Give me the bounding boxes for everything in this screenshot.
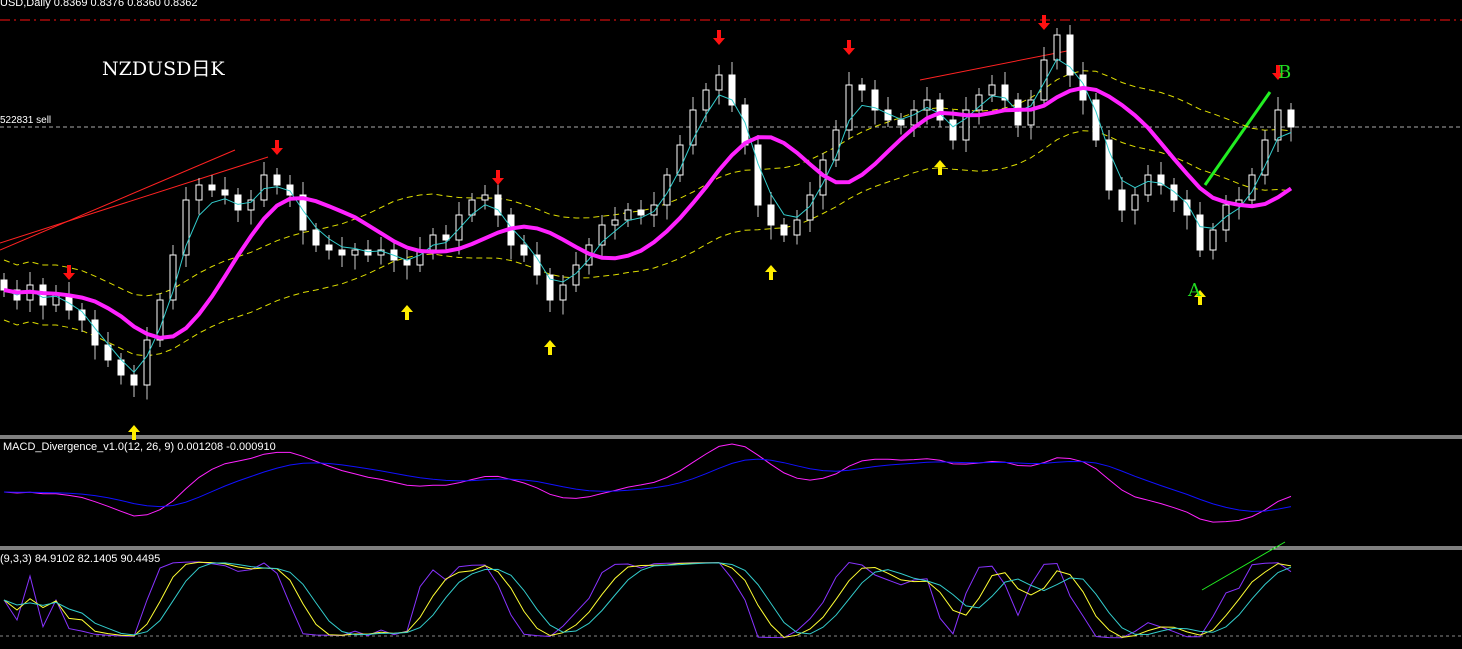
candle-bull xyxy=(1131,194,1139,211)
candle-bull xyxy=(1144,174,1152,196)
candle-bull xyxy=(260,174,268,201)
stoch-signal-line xyxy=(3,562,1292,636)
label-a: A xyxy=(1188,280,1201,301)
candle-bull xyxy=(702,89,710,111)
candle-bear xyxy=(130,374,138,386)
price-chart xyxy=(0,15,1462,639)
candle-bear xyxy=(91,319,99,346)
down-arrow-icon xyxy=(492,170,504,185)
candle-bear xyxy=(338,249,346,256)
macd-signal-line xyxy=(3,458,1292,512)
candle-bear xyxy=(208,184,216,191)
candle-bear xyxy=(1118,189,1126,211)
candle-bull xyxy=(1222,204,1230,231)
candle-bull xyxy=(845,84,853,131)
candle-bear xyxy=(897,119,905,126)
macd-line xyxy=(3,443,1292,523)
trendline xyxy=(919,49,1073,81)
candle-bear xyxy=(1196,214,1204,251)
candle-bear xyxy=(767,204,775,226)
candle-bull xyxy=(676,144,684,176)
candle-bear xyxy=(858,84,866,91)
candle-bear xyxy=(949,119,957,141)
down-arrow-icon xyxy=(713,30,725,45)
candle-bear xyxy=(221,189,229,196)
candle-bull xyxy=(156,299,164,341)
symbol-info: USD,Daily 0.8369 0.8376 0.8360 0.8362 xyxy=(0,0,198,9)
candle-bull xyxy=(650,204,658,216)
candle-bull xyxy=(169,254,177,301)
sell-line-label: 522831 sell xyxy=(0,115,52,126)
candle-bear xyxy=(273,174,281,186)
candle-bull xyxy=(715,74,723,91)
up-arrow-icon xyxy=(765,265,777,280)
candle-bull xyxy=(1209,229,1217,251)
stoch-k-line xyxy=(3,561,1292,639)
candle-bear xyxy=(403,259,411,266)
candle-bear xyxy=(442,234,450,241)
candle-bear xyxy=(1105,139,1113,191)
candle-bull xyxy=(559,284,567,301)
candle-bear xyxy=(1170,184,1178,201)
candle-bull xyxy=(611,219,619,226)
candle-bear xyxy=(741,104,749,146)
candle-bear xyxy=(520,244,528,256)
candle-bull xyxy=(481,194,489,201)
candle-bear xyxy=(234,194,242,211)
up-arrow-icon xyxy=(934,160,946,175)
stoch-slow-line xyxy=(3,561,1292,638)
candle-bear xyxy=(325,244,333,251)
candle-bull xyxy=(1053,34,1061,61)
candle-bull xyxy=(988,84,996,96)
up-arrow-icon xyxy=(544,340,556,355)
down-arrow-icon xyxy=(63,265,75,280)
candle-bear xyxy=(754,144,762,206)
candle-bear xyxy=(637,209,645,216)
candle-bull xyxy=(455,214,463,241)
chart-title: NZDUSD日K xyxy=(102,58,225,80)
candle-bull xyxy=(910,109,918,126)
candle-bear xyxy=(936,99,944,121)
candle-bear xyxy=(780,224,788,236)
candle-bull xyxy=(793,219,801,236)
candle-bull xyxy=(195,184,203,201)
candle-bear xyxy=(312,229,320,246)
down-arrow-icon xyxy=(843,40,855,55)
candle-bull xyxy=(975,94,983,111)
band-lower xyxy=(3,130,1292,357)
candle-bull xyxy=(1274,109,1282,141)
macd-label: MACD_Divergence_v1.0(12, 26, 9) 0.001208… xyxy=(3,441,276,453)
candle-bull xyxy=(624,209,632,221)
candle-bull xyxy=(143,339,151,386)
candle-bear xyxy=(1287,109,1295,128)
label-b: B xyxy=(1278,62,1292,83)
down-arrow-icon xyxy=(1038,15,1050,30)
divergence-line xyxy=(1203,91,1272,186)
up-arrow-icon xyxy=(401,305,413,320)
candle-bull xyxy=(351,249,359,256)
candle-bull xyxy=(429,234,437,251)
candle-bear xyxy=(1014,99,1022,126)
candle-bull xyxy=(1027,99,1035,126)
stoch-label: (9,3,3) 84.9102 82.1405 90.4495 xyxy=(0,553,161,565)
down-arrow-icon xyxy=(271,140,283,155)
